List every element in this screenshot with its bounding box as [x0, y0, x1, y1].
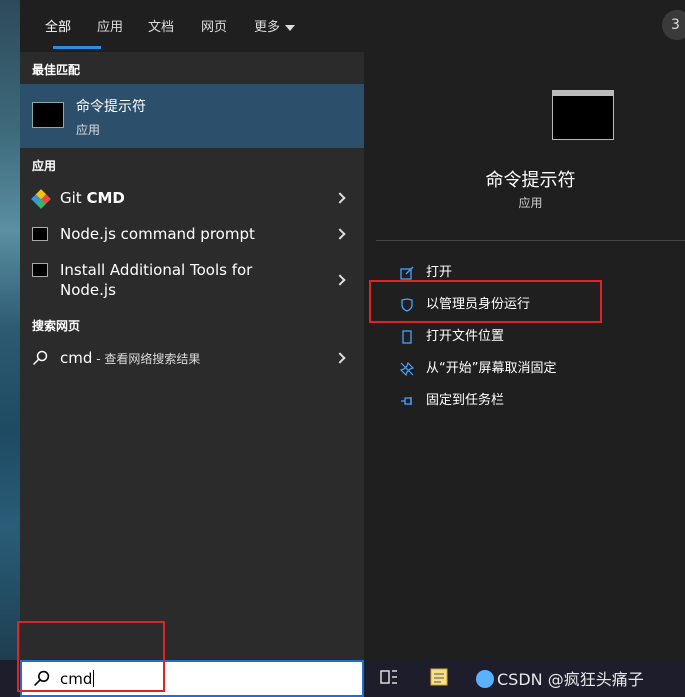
git-cmd-prefix: Git [60, 189, 87, 207]
app-item-git-cmd[interactable]: Git CMD [20, 181, 364, 215]
chevron-right-icon[interactable] [334, 352, 346, 364]
app-item-label-line2: Node.js [60, 281, 116, 299]
details-subtitle: 应用 [518, 196, 543, 210]
active-tab-indicator [53, 46, 101, 49]
section-apps-label: 应用 [32, 159, 57, 173]
results-panel: 最佳匹配 命令提示符 应用 应用 Git CMD Node.js command… [20, 52, 364, 660]
web-query: cmd [60, 349, 93, 367]
tab-more-label: 更多 [254, 20, 281, 35]
git-cmd-bold: CMD [86, 189, 125, 207]
text-cursor [93, 670, 95, 687]
web-result-label: cmd - 查看网络搜索结果 [60, 349, 200, 367]
app-item-label: Git CMD [60, 189, 125, 207]
command-prompt-icon [552, 90, 614, 140]
action-open-file-location[interactable]: 打开文件位置 [400, 325, 504, 344]
search-icon [32, 350, 48, 366]
web-search-result[interactable]: cmd - 查看网络搜索结果 [20, 341, 364, 375]
app-item-label-line1: Install Additional Tools for [60, 261, 253, 279]
chevron-right-icon[interactable] [334, 192, 346, 204]
app-item-nodejs-prompt[interactable]: Node.js command prompt [20, 217, 364, 251]
notepad-icon[interactable] [428, 666, 450, 688]
app-item-install-tools[interactable]: Install Additional Tools for Node.js [20, 253, 364, 307]
action-run-as-admin-label: 以管理员身份运行 [426, 297, 531, 312]
section-best-match-label: 最佳匹配 [32, 63, 81, 77]
open-icon [400, 266, 414, 280]
search-icon [34, 670, 50, 686]
file-location-icon [402, 329, 412, 344]
search-input[interactable]: cmd [20, 660, 364, 697]
desktop-wallpaper-strip [0, 0, 20, 660]
action-open-file-location-label: 打开文件位置 [426, 329, 505, 344]
chevron-right-icon[interactable] [334, 228, 346, 240]
tab-web[interactable]: 网页 [201, 16, 227, 35]
task-view-icon[interactable] [378, 666, 400, 688]
tab-all[interactable]: 全部 [45, 16, 71, 35]
pin-icon [401, 396, 412, 405]
search-query: cmd [60, 670, 93, 688]
best-match-item[interactable]: 命令提示符 应用 [20, 84, 364, 148]
tab-documents[interactable]: 文档 [148, 16, 174, 35]
shield-icon [401, 297, 413, 312]
section-web-label: 搜索网页 [32, 319, 81, 333]
best-match-title: 命令提示符 [76, 99, 146, 115]
tab-more[interactable]: 更多 [254, 16, 296, 35]
action-unpin-start-label: 从“开始”屏幕取消固定 [426, 361, 557, 376]
action-pin-taskbar[interactable]: 固定到任务栏 [400, 389, 504, 408]
chevron-right-icon[interactable] [334, 274, 346, 286]
search-input-value: cmd [60, 670, 95, 688]
search-tab-bar: 全部 应用 文档 网页 更多 [20, 0, 685, 52]
action-unpin-start[interactable]: 从“开始”屏幕取消固定 [400, 357, 556, 376]
tab-apps[interactable]: 应用 [97, 16, 123, 35]
rewards-badge[interactable]: 3 [662, 10, 685, 40]
best-match-subtitle: 应用 [76, 123, 101, 137]
unpin-icon [400, 361, 414, 376]
details-divider [376, 240, 685, 241]
action-pin-taskbar-label: 固定到任务栏 [426, 393, 505, 408]
csdn-logo-icon [476, 670, 494, 688]
watermark-text: CSDN @疯狂头痛子 [497, 670, 644, 689]
web-suffix: - 查看网络搜索结果 [92, 352, 201, 366]
command-prompt-icon [32, 102, 64, 128]
chevron-down-icon [285, 24, 296, 31]
git-icon [31, 189, 51, 209]
command-prompt-icon [32, 263, 48, 277]
app-item-label: Node.js command prompt [60, 225, 255, 243]
command-prompt-icon [32, 227, 48, 241]
csdn-watermark: CSDN @疯狂头痛子 [476, 666, 644, 690]
action-open[interactable]: 打开 [400, 261, 452, 280]
action-open-label: 打开 [426, 265, 453, 280]
details-panel: 命令提示符 应用 打开 以管理员身份运行 打开文件位置 从“开始”屏幕取消固定 … [376, 64, 685, 660]
action-run-as-admin[interactable]: 以管理员身份运行 [400, 293, 530, 312]
details-title: 命令提示符 [485, 170, 576, 191]
